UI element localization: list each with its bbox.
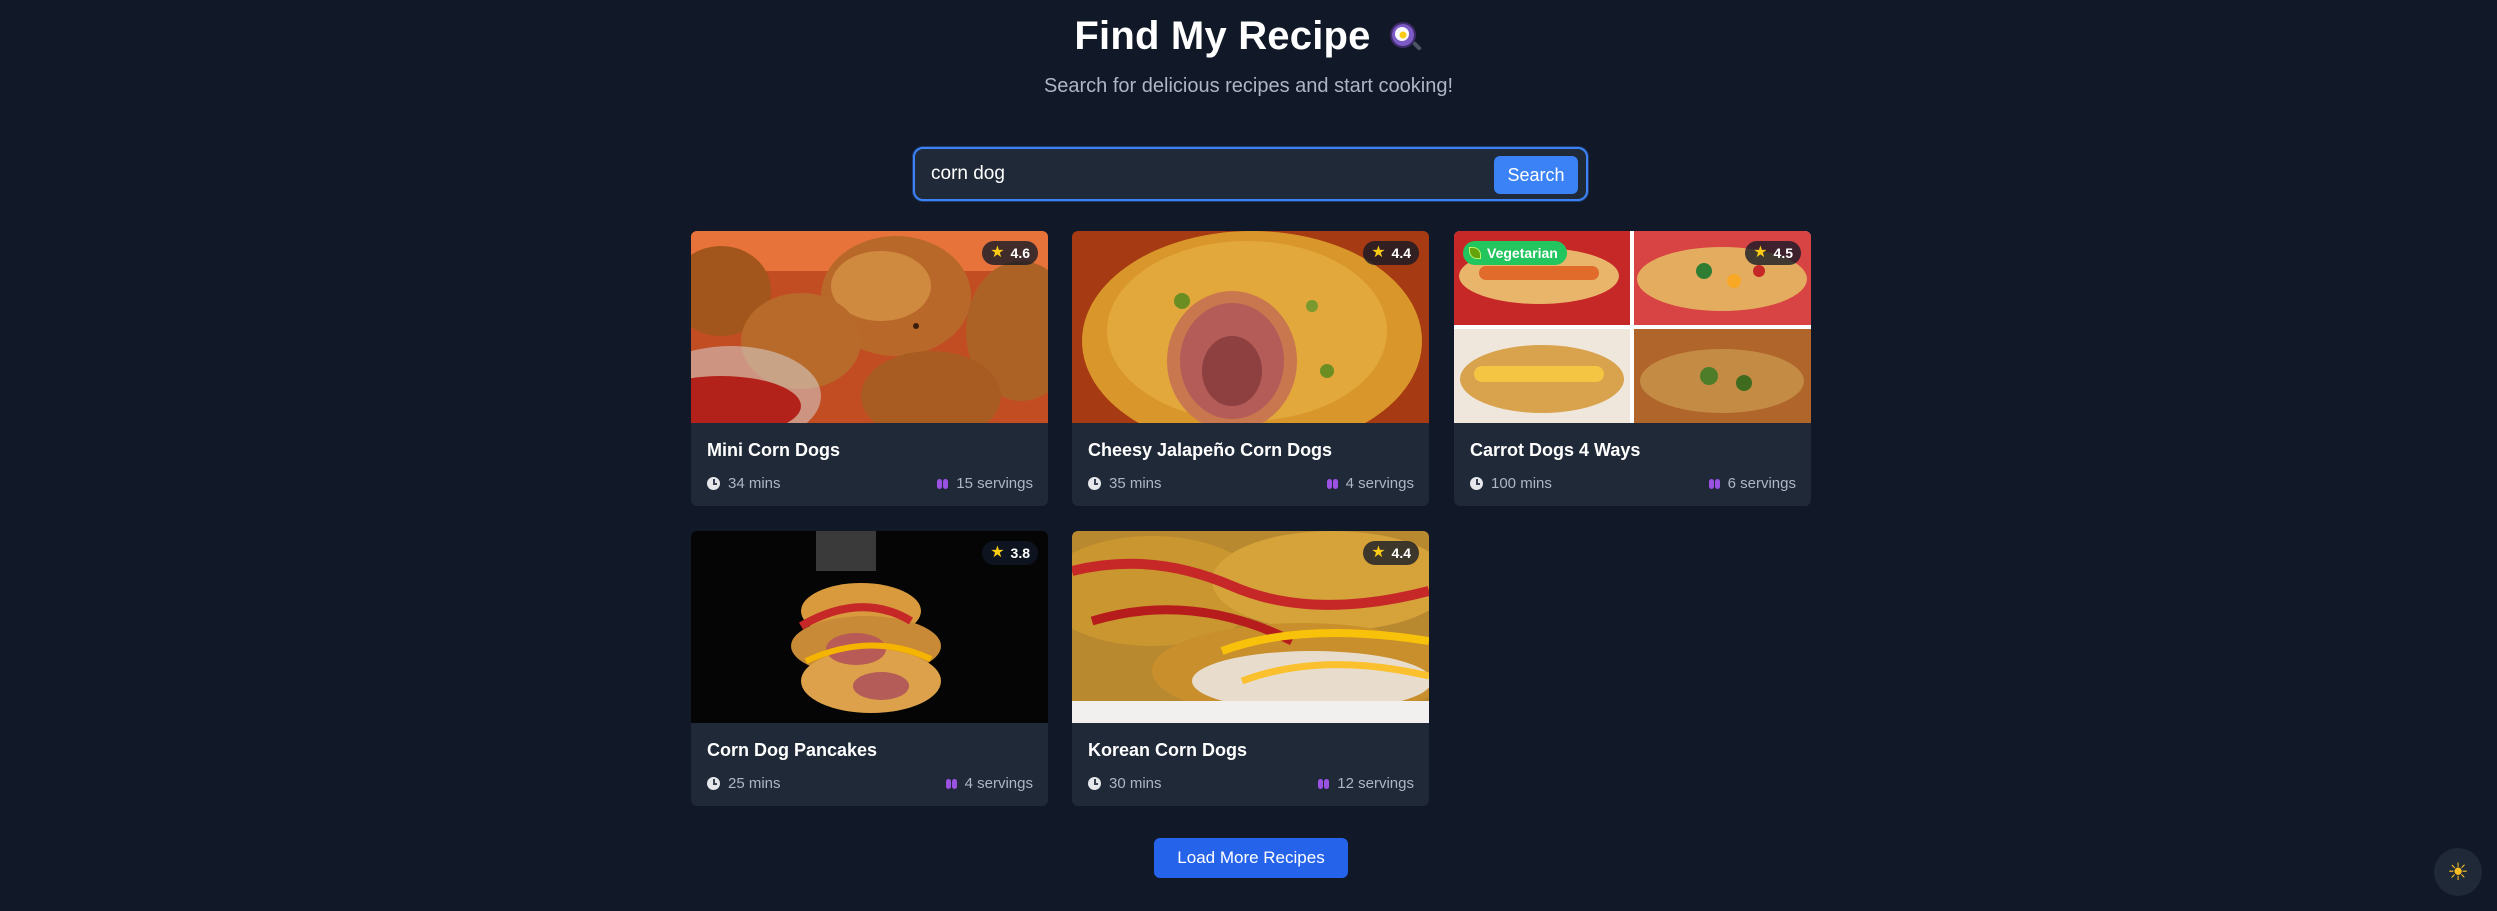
rating-value: 3.8	[1010, 545, 1030, 561]
page-title: Find My Recipe	[1074, 14, 1371, 58]
recipe-title: Cheesy Jalapeño Corn Dogs	[1088, 440, 1333, 460]
servings-value: 4 servings	[1345, 475, 1414, 492]
cook-time: 25 mins	[707, 775, 781, 792]
recipe-meta: 35 mins 4 servings	[1088, 475, 1414, 495]
rating-badge: ★ 3.8	[982, 541, 1038, 565]
page-subtitle: Search for delicious recipes and start c…	[1043, 75, 1454, 97]
card-body: Cheesy Jalapeño Corn Dogs 35 mins 4 serv…	[1072, 423, 1429, 506]
servings: 4 servings	[945, 775, 1033, 792]
rating-badge: ★ 4.4	[1363, 541, 1419, 565]
servings: 12 servings	[1318, 775, 1414, 792]
vegetarian-badge: Vegetarian	[1463, 241, 1567, 265]
rating-value: 4.5	[1773, 245, 1793, 261]
cook-time-value: 34 mins	[728, 475, 781, 492]
leaf-icon	[1469, 247, 1481, 259]
servings: 6 servings	[1708, 475, 1796, 492]
sun-icon: ☀	[2447, 858, 2469, 886]
star-icon: ★	[990, 544, 1005, 561]
title-row: Find My Recipe	[1074, 14, 1422, 59]
rating-value: 4.4	[1391, 545, 1411, 561]
cook-time: 35 mins	[1088, 475, 1162, 492]
servings-value: 6 servings	[1727, 475, 1796, 492]
servings-value: 12 servings	[1337, 775, 1414, 792]
clock-icon	[1470, 477, 1483, 490]
search-input[interactable]	[931, 149, 1491, 199]
servings-icon	[937, 478, 949, 489]
cook-time: 30 mins	[1088, 775, 1162, 792]
recipe-meta: 100 mins 6 servings	[1470, 475, 1796, 495]
clock-icon	[1088, 777, 1101, 790]
rating-value: 4.4	[1391, 245, 1411, 261]
star-icon: ★	[1371, 544, 1386, 561]
servings-icon	[1708, 478, 1720, 489]
cook-time-value: 30 mins	[1109, 775, 1162, 792]
recipe-card-mini-corn-dogs[interactable]: ★ 4.6 Mini Corn Dogs 34 mins 15 servings	[691, 231, 1048, 506]
recipe-meta: 34 mins 15 servings	[707, 475, 1033, 495]
recipe-title: Mini Corn Dogs	[707, 440, 840, 460]
cook-time-value: 100 mins	[1491, 475, 1552, 492]
cook-time: 100 mins	[1470, 475, 1552, 492]
recipe-meta: 25 mins 4 servings	[707, 775, 1033, 795]
recipe-title: Corn Dog Pancakes	[707, 740, 878, 760]
card-body: Mini Corn Dogs 34 mins 15 servings	[691, 423, 1048, 506]
rating-badge: ★ 4.6	[982, 241, 1038, 265]
search-button[interactable]: Search	[1494, 156, 1578, 194]
servings: 15 servings	[937, 475, 1033, 492]
rating-value: 4.6	[1010, 245, 1030, 261]
servings-value: 15 servings	[956, 475, 1033, 492]
clock-icon	[707, 777, 720, 790]
recipe-card-korean-corn-dogs[interactable]: ★ 4.4 Korean Corn Dogs 30 mins 12 servin…	[1072, 531, 1429, 806]
card-body: Korean Corn Dogs 30 mins 12 servings	[1072, 723, 1429, 806]
star-icon: ★	[1753, 244, 1768, 261]
servings-value: 4 servings	[964, 775, 1033, 792]
badge-label: Vegetarian	[1487, 245, 1558, 261]
recipe-card-carrot-dogs-4-ways[interactable]: Vegetarian ★ 4.5 Carrot Dogs 4 Ways 100 …	[1454, 231, 1811, 506]
header: Find My Recipe Search for delicious reci…	[0, 14, 2497, 98]
star-icon: ★	[1371, 244, 1386, 261]
load-more-button[interactable]: Load More Recipes	[1154, 838, 1348, 878]
search-bar: Search	[913, 147, 1588, 201]
cook-time: 34 mins	[707, 475, 781, 492]
recipe-finder-page: Find My Recipe Search for delicious reci…	[0, 0, 2497, 911]
recipe-title: Carrot Dogs 4 Ways	[1470, 440, 1641, 460]
star-icon: ★	[990, 244, 1005, 261]
frying-pan-egg-icon	[1387, 19, 1423, 55]
rating-badge: ★ 4.5	[1745, 241, 1801, 265]
recipe-title: Korean Corn Dogs	[1088, 740, 1248, 760]
clock-icon	[1088, 477, 1101, 490]
servings: 4 servings	[1326, 475, 1414, 492]
theme-toggle-button[interactable]: ☀	[2434, 848, 2482, 896]
servings-icon	[945, 778, 957, 789]
recipe-meta: 30 mins 12 servings	[1088, 775, 1414, 795]
recipe-card-cheesy-jalapeno-corn-dogs[interactable]: ★ 4.4 Cheesy Jalapeño Corn Dogs 35 mins …	[1072, 231, 1429, 506]
clock-icon	[707, 477, 720, 490]
cook-time-value: 25 mins	[728, 775, 781, 792]
servings-icon	[1318, 778, 1330, 789]
card-body: Corn Dog Pancakes 25 mins 4 servings	[691, 723, 1048, 806]
servings-icon	[1326, 478, 1338, 489]
rating-badge: ★ 4.4	[1363, 241, 1419, 265]
recipe-card-corn-dog-pancakes[interactable]: ★ 3.8 Corn Dog Pancakes 25 mins 4 servin…	[691, 531, 1048, 806]
card-body: Carrot Dogs 4 Ways 100 mins 6 servings	[1454, 423, 1811, 506]
cook-time-value: 35 mins	[1109, 475, 1162, 492]
